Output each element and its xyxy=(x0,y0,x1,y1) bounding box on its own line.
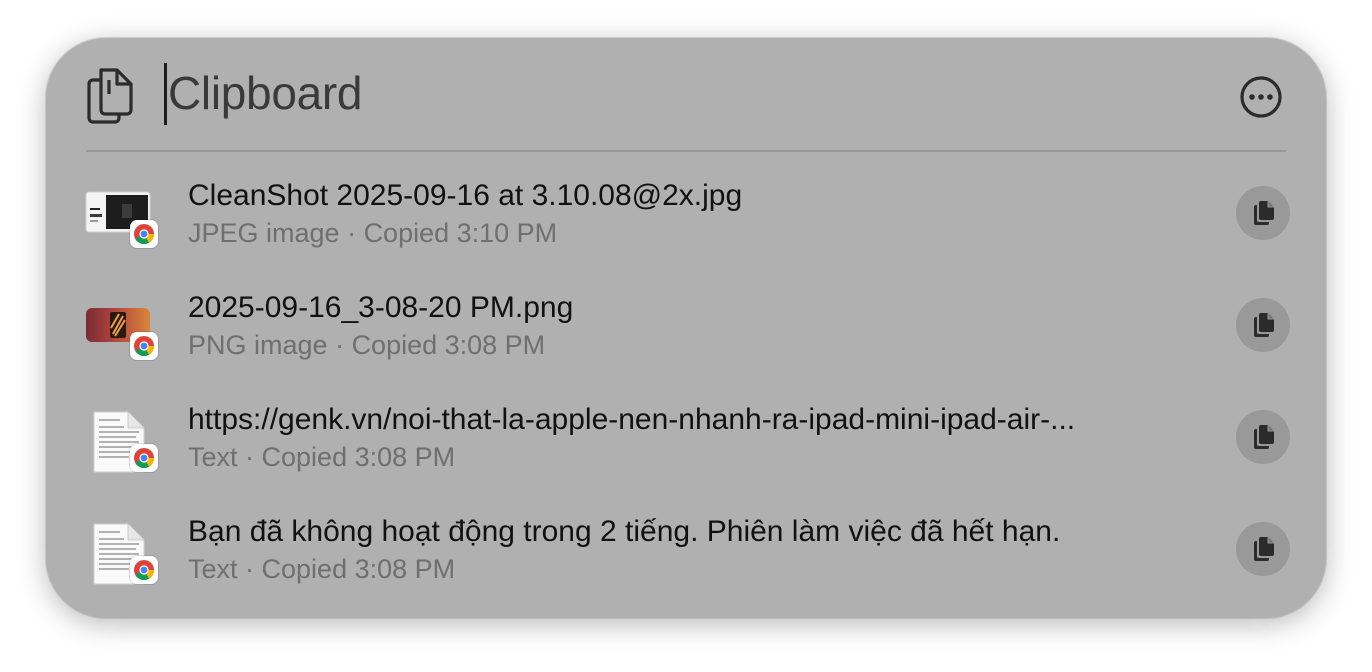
copy-icon xyxy=(1254,201,1274,225)
search-header: Clipboard xyxy=(46,38,1326,151)
search-input[interactable]: Clipboard xyxy=(168,65,363,121)
header-divider xyxy=(86,150,1286,152)
item-copied-time: Copied 3:10 PM xyxy=(363,218,558,248)
clipboard-item[interactable]: CleanShot 2025-09-16 at 3.10.08@2x.jpg J… xyxy=(46,168,1326,280)
item-kind: Text xyxy=(188,442,238,472)
ellipsis-circle-icon[interactable] xyxy=(1239,75,1283,119)
chrome-icon xyxy=(130,444,158,472)
copy-icon xyxy=(1254,425,1274,449)
item-copied-time: Copied 3:08 PM xyxy=(261,554,456,584)
copy-button[interactable] xyxy=(1236,410,1290,464)
item-subtitle: PNG image · Copied 3:08 PM xyxy=(188,328,545,362)
copy-button[interactable] xyxy=(1236,298,1290,352)
separator: · xyxy=(237,554,262,584)
item-kind: JPEG image xyxy=(188,218,340,248)
separator: · xyxy=(327,330,352,360)
clipboard-item[interactable]: 2025-09-16_3-08-20 PM.png PNG image · Co… xyxy=(46,280,1326,392)
separator: · xyxy=(237,442,262,472)
copy-button[interactable] xyxy=(1236,522,1290,576)
chrome-icon xyxy=(130,556,158,584)
item-subtitle: Text · Copied 3:08 PM xyxy=(188,440,455,474)
chrome-icon xyxy=(130,220,158,248)
item-subtitle: JPEG image · Copied 3:10 PM xyxy=(188,216,557,250)
item-kind: PNG image xyxy=(188,330,328,360)
copy-icon xyxy=(1254,313,1274,337)
chrome-icon xyxy=(130,332,158,360)
clipboard-item[interactable]: Bạn đã không hoạt động trong 2 tiếng. Ph… xyxy=(46,504,1326,616)
item-copied-time: Copied 3:08 PM xyxy=(351,330,546,360)
copy-button[interactable] xyxy=(1236,186,1290,240)
item-title: Bạn đã không hoạt động trong 2 tiếng. Ph… xyxy=(188,515,1061,548)
separator: · xyxy=(339,218,364,248)
item-title: 2025-09-16_3-08-20 PM.png xyxy=(188,291,574,324)
clipboard-panel: Clipboard CleanShot 2025-09-16 at 3.10.0… xyxy=(46,38,1326,618)
clipboard-list: CleanShot 2025-09-16 at 3.10.08@2x.jpg J… xyxy=(46,168,1326,616)
text-caret xyxy=(164,63,167,125)
clipboard-item[interactable]: https://genk.vn/noi-that-la-apple-nen-nh… xyxy=(46,392,1326,504)
item-title: https://genk.vn/noi-that-la-apple-nen-nh… xyxy=(188,403,1076,436)
item-kind: Text xyxy=(188,554,238,584)
item-subtitle: Text · Copied 3:08 PM xyxy=(188,552,455,586)
item-copied-time: Copied 3:08 PM xyxy=(261,442,456,472)
documents-icon xyxy=(87,68,133,124)
item-title: CleanShot 2025-09-16 at 3.10.08@2x.jpg xyxy=(188,179,743,212)
copy-icon xyxy=(1254,537,1274,561)
